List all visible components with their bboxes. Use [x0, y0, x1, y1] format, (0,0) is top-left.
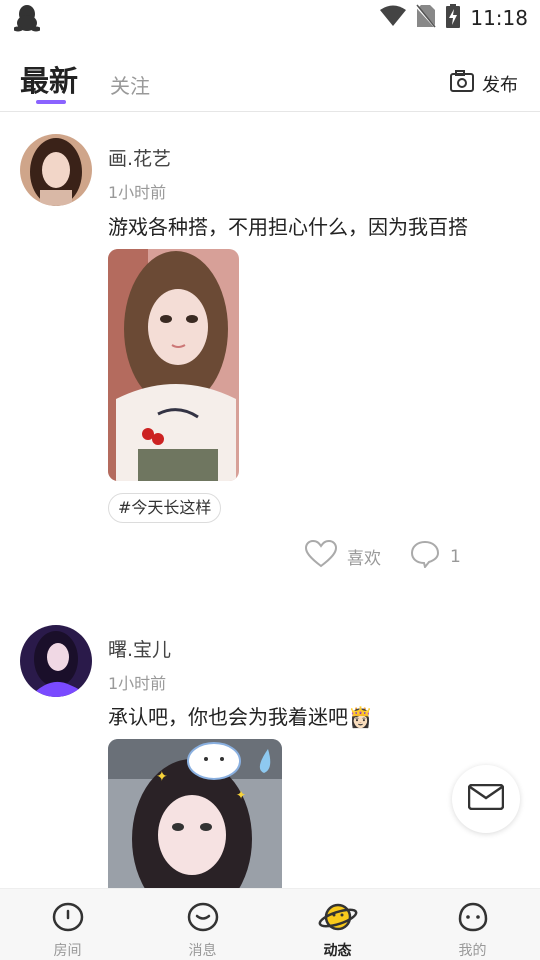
svg-text:✦: ✦	[236, 788, 246, 802]
svg-text:✦: ✦	[156, 769, 168, 785]
message-face-icon	[186, 901, 220, 937]
planet-icon	[318, 901, 358, 937]
header: 最新 关注 发布	[0, 44, 540, 112]
bottom-nav: 房间 消息 动态 我的	[0, 888, 540, 960]
camera-icon	[450, 70, 474, 97]
nav-item-room[interactable]: 房间	[0, 889, 135, 960]
tab-follow[interactable]: 关注	[110, 70, 150, 99]
avatar[interactable]	[20, 625, 92, 697]
nav-item-feed[interactable]: 动态	[270, 889, 405, 960]
publish-label: 发布	[482, 74, 518, 96]
profile-face-icon	[456, 901, 490, 937]
heart-icon	[304, 539, 338, 573]
feed[interactable]: 画.花艺 1小时前 游戏各种搭，不用担心什么，因为我百搭 #今天长这样 喜欢 1…	[0, 113, 540, 888]
username[interactable]: 画.花艺	[108, 144, 171, 171]
battery-charging-icon	[446, 4, 461, 32]
nav-label: 我的	[458, 943, 487, 959]
nav-item-profile[interactable]: 我的	[405, 889, 540, 960]
comment-bubble-icon	[410, 540, 440, 573]
like-button[interactable]: 喜欢	[304, 539, 381, 573]
comment-count: 1	[450, 546, 461, 567]
tab-active-indicator	[36, 100, 66, 104]
envelope-icon	[467, 783, 505, 814]
nav-label: 动态	[323, 943, 352, 959]
post-photo[interactable]: ✦ ✦	[108, 739, 282, 888]
post-content: 游戏各种搭，不用担心什么，因为我百搭	[108, 215, 468, 239]
comment-button[interactable]: 1	[410, 540, 461, 573]
topic-tag[interactable]: #今天长这样	[108, 493, 222, 523]
clock: 11:18	[470, 6, 528, 30]
post-item: 曙.宝儿 1小时前 承认吧，你也会为我着迷吧👸🏻 ✦ ✦	[0, 603, 540, 888]
post-photo[interactable]	[108, 249, 239, 481]
nav-label: 消息	[188, 943, 217, 959]
tab-latest[interactable]: 最新	[20, 58, 78, 100]
like-label: 喜欢	[347, 549, 381, 569]
qq-penguin-icon	[13, 4, 41, 32]
post-time: 1小时前	[108, 674, 167, 693]
post-time: 1小时前	[108, 183, 167, 202]
message-fab-button[interactable]	[452, 765, 520, 833]
status-bar: 11:18	[0, 0, 540, 36]
room-face-icon	[51, 901, 85, 937]
avatar[interactable]	[20, 134, 92, 206]
post-content: 承认吧，你也会为我着迷吧👸🏻	[108, 705, 373, 729]
nav-label: 房间	[53, 943, 82, 959]
wifi-icon	[380, 5, 407, 31]
nav-item-messages[interactable]: 消息	[135, 889, 270, 960]
post-item: 画.花艺 1小时前 游戏各种搭，不用担心什么，因为我百搭 #今天长这样 喜欢 1	[0, 113, 540, 593]
publish-button[interactable]: 发布	[450, 70, 518, 97]
no-sim-icon	[415, 4, 438, 32]
username[interactable]: 曙.宝儿	[108, 635, 171, 662]
